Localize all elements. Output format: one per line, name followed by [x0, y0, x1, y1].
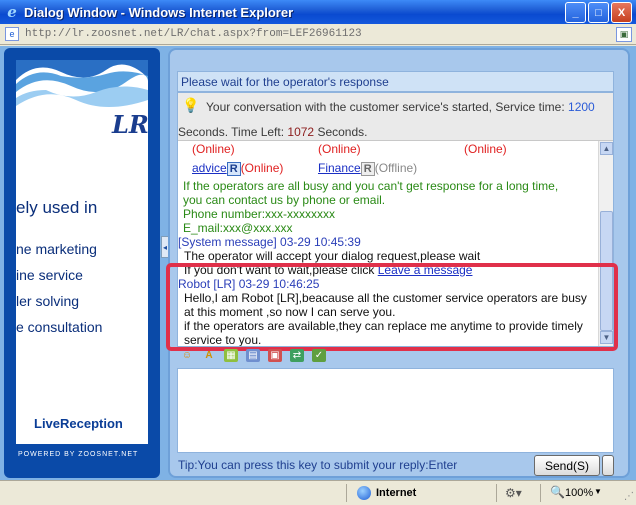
- chevron-down-icon[interactable]: ▼: [594, 487, 602, 496]
- protected-mode-icon[interactable]: ⚙▾: [505, 486, 522, 500]
- ie-icon: e: [7, 3, 17, 21]
- minimize-button[interactable]: _: [565, 2, 586, 23]
- resize-grip-icon[interactable]: ⋰: [624, 491, 634, 502]
- address-bar: e http://lr.zoosnet.net/LR/chat.aspx?fro…: [0, 24, 636, 45]
- reply-input[interactable]: [177, 368, 614, 453]
- security-zone: Internet: [376, 487, 417, 499]
- file-icon[interactable]: ▤: [246, 349, 260, 362]
- dept-status: (Online): [464, 142, 507, 156]
- time-left: 1072: [287, 125, 315, 139]
- address-url[interactable]: http://lr.zoosnet.net/LR/chat.aspx?from=…: [25, 28, 362, 40]
- service-started-text: Your conversation with the customer serv…: [206, 100, 565, 114]
- emoticon-icon[interactable]: ☺: [180, 349, 194, 362]
- dept-status: (Offline): [374, 161, 418, 175]
- dept-finance[interactable]: Finance R (Offline): [318, 161, 417, 176]
- lightbulb-icon: 💡: [182, 97, 200, 113]
- save-icon[interactable]: ✓: [312, 349, 326, 362]
- page-icon: e: [5, 27, 19, 41]
- busy-line: If the operators are all busy and you ca…: [183, 179, 559, 193]
- globe-icon: [357, 486, 371, 500]
- dept-name[interactable]: advice: [192, 161, 227, 175]
- dept-status: (Online): [240, 161, 284, 175]
- status-bar: Internet ⚙▾ 🔍 100% ▼ ⋰: [0, 480, 636, 505]
- service-time: 1200: [568, 100, 595, 114]
- left-item: ler solving: [16, 293, 80, 309]
- send-options-button[interactable]: [602, 455, 614, 476]
- dept-status: (Online): [192, 142, 235, 156]
- left-heading: ely used in: [16, 198, 98, 217]
- zoom-icon[interactable]: 🔍: [550, 485, 565, 499]
- brand-label: LiveReception: [34, 416, 123, 431]
- operator-icon: R: [226, 161, 241, 176]
- window-controls: _ □ X: [565, 2, 632, 23]
- seconds-label-2: Seconds.: [317, 125, 368, 139]
- dept-status: (Online): [318, 142, 361, 156]
- highlight-annotation: [166, 263, 618, 351]
- left-item: ne marketing: [16, 241, 97, 257]
- close-button[interactable]: X: [611, 2, 632, 23]
- maximize-button[interactable]: □: [588, 2, 609, 23]
- system-message-label: [System message] 03-29 10:45:39: [178, 235, 361, 249]
- left-item: e consultation: [16, 319, 103, 335]
- zoom-level[interactable]: 100%: [565, 487, 593, 499]
- security-icon[interactable]: ▣: [616, 27, 632, 42]
- title-bar: e Dialog Window - Windows Internet Explo…: [0, 0, 636, 24]
- busy-line: Phone number:xxx-xxxxxxxx: [183, 207, 336, 221]
- seconds-label: Seconds. Time Left:: [178, 125, 285, 139]
- system-message-line: The operator will accept your dialog req…: [184, 249, 481, 263]
- chat-header: Please wait for the operator's response: [177, 71, 614, 92]
- image-icon[interactable]: ▦: [224, 349, 238, 362]
- service-status: 💡 Your conversation with the customer se…: [178, 93, 613, 141]
- left-item: ine service: [16, 267, 83, 283]
- transfer-icon[interactable]: ⇄: [290, 349, 304, 362]
- font-icon[interactable]: A: [202, 349, 216, 362]
- dept-name[interactable]: Finance: [318, 161, 361, 175]
- send-button[interactable]: Send(S): [534, 455, 600, 476]
- busy-line: E_mail:xxx@xxx.xxx: [183, 221, 293, 235]
- window-title: Dialog Window - Windows Internet Explore…: [24, 4, 294, 20]
- submit-tip: Tip:You can press this key to submit you…: [178, 458, 458, 472]
- powered-by: POWERED BY ZOOSNET.NET: [18, 451, 139, 458]
- screenshot-icon[interactable]: ▣: [268, 349, 282, 362]
- busy-line: you can contact us by phone or email.: [183, 193, 386, 207]
- dept-advice[interactable]: advice R (Online): [192, 161, 283, 176]
- scroll-up-arrow[interactable]: ▲: [600, 142, 613, 155]
- input-toolbar: ☺ A ▦ ▤ ▣ ⇄ ✓: [180, 349, 326, 363]
- operator-icon: R: [360, 161, 375, 176]
